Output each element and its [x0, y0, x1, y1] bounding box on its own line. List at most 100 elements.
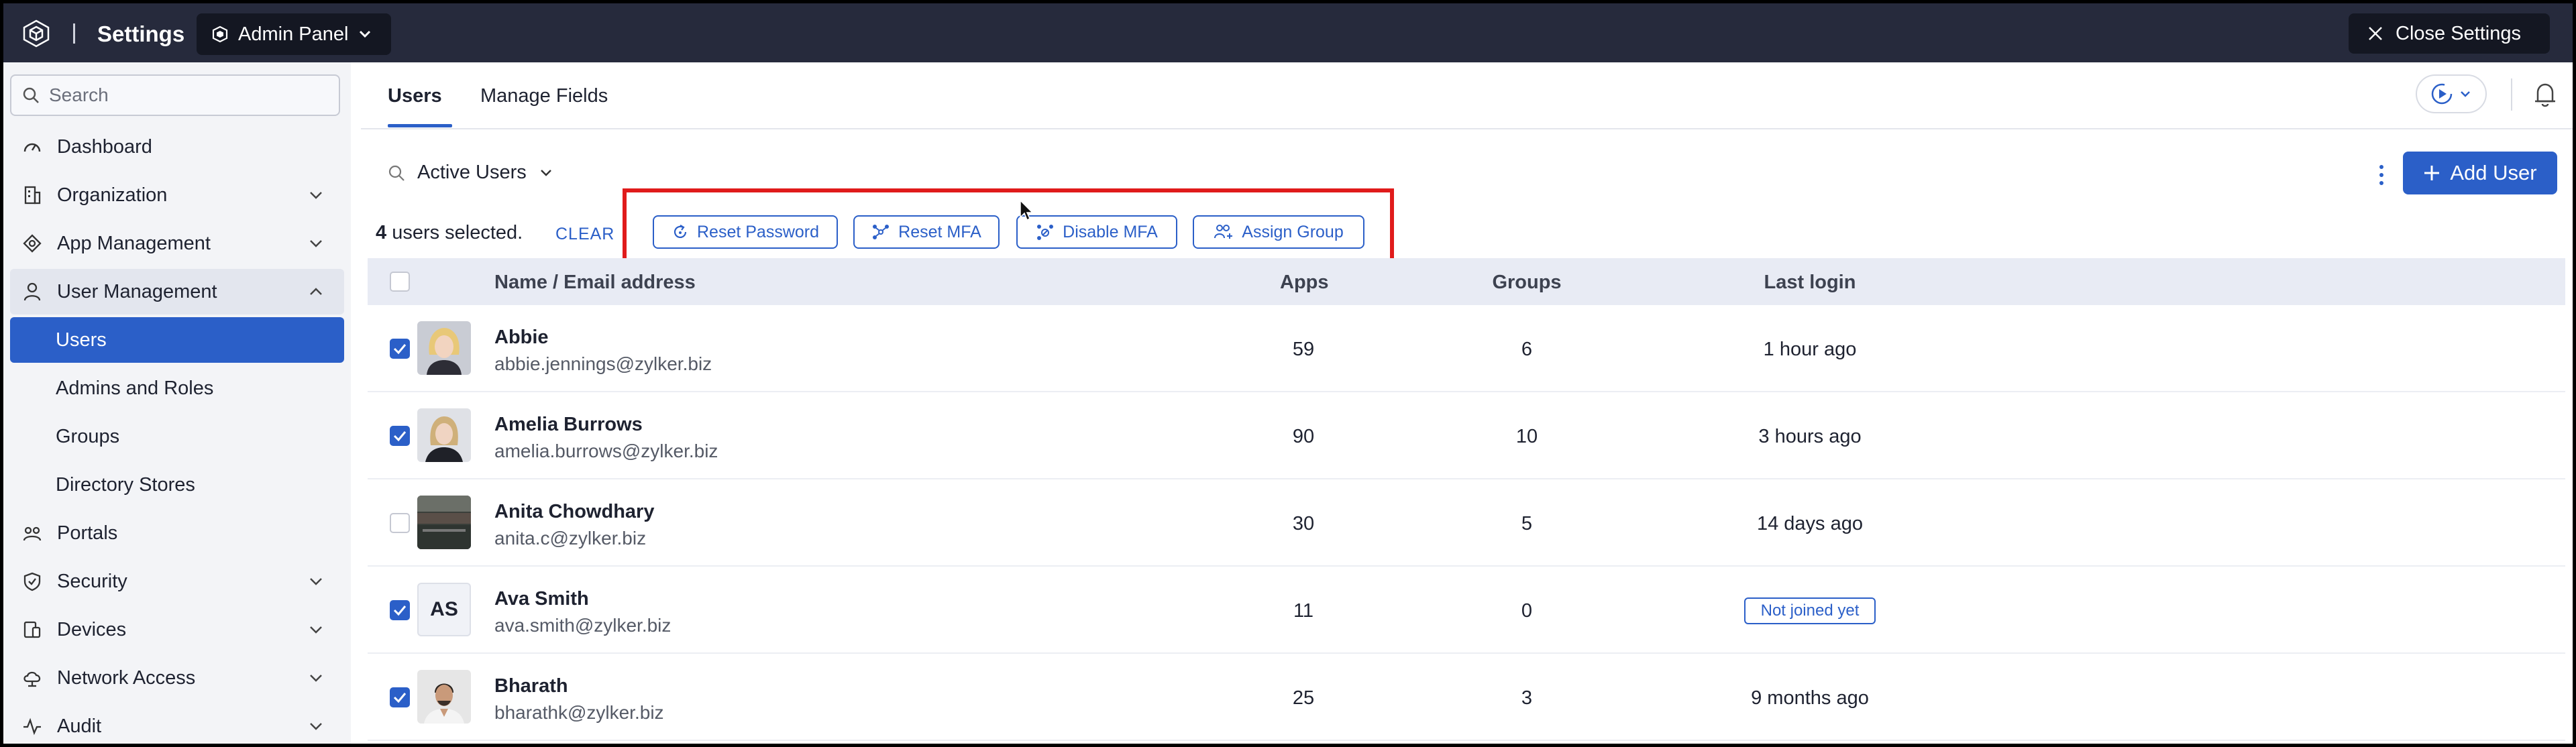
chevron-down-icon	[310, 240, 322, 247]
mfa-disable-icon	[1037, 225, 1054, 240]
close-settings-label: Close Settings	[2396, 22, 2521, 44]
app-title: Settings	[97, 21, 185, 46]
sidebar-item-portals[interactable]: Portals	[10, 510, 344, 556]
refresh-icon	[674, 225, 687, 238]
row-checkbox[interactable]	[390, 600, 410, 620]
user-name[interactable]: Bharath	[494, 675, 568, 697]
user-email: amelia.burrows@zylker.biz	[494, 441, 718, 461]
sidebar-item-security[interactable]: Security	[10, 559, 344, 604]
select-all-checkbox[interactable]	[390, 272, 410, 292]
row-checkbox[interactable]	[390, 687, 410, 707]
reset-mfa-button[interactable]: Reset MFA	[853, 215, 1000, 249]
chevron-down-icon	[310, 723, 322, 730]
last-login: 3 hours ago	[1758, 426, 1862, 447]
chevron-down-icon	[310, 578, 322, 585]
shield-icon	[22, 571, 42, 591]
assign-group-label: Assign Group	[1242, 222, 1344, 241]
user-name[interactable]: Abbie	[494, 327, 549, 349]
groups-count: 0	[1521, 600, 1533, 622]
last-login: 14 days ago	[1756, 513, 1863, 534]
tab-manage-fields[interactable]: Manage Fields	[480, 85, 608, 107]
user-filter-dropdown[interactable]: Active Users	[388, 162, 553, 184]
table-row[interactable]: AS Ava Smith ava.smith@zylker.biz 11 0 N…	[368, 567, 2565, 654]
sidebar-nav: Dashboard Organization App Management Us…	[10, 124, 344, 744]
table-row[interactable]: Bharath bharathk@zylker.biz 25 3 9 month…	[368, 654, 2565, 741]
sidebar-item-label: Directory Stores	[56, 473, 195, 496]
column-header-last-login[interactable]: Last login	[1743, 272, 1877, 294]
check-icon	[393, 344, 407, 355]
table-row[interactable]: Abbie abbie.jennings@zylker.biz 59 6 1 h…	[368, 305, 2565, 392]
disable-mfa-button[interactable]: Disable MFA	[1016, 215, 1177, 249]
apps-count: 25	[1292, 687, 1315, 709]
hexagon-icon	[212, 25, 228, 43]
sidebar-item-app-management[interactable]: App Management	[10, 221, 344, 266]
activity-icon	[22, 716, 42, 736]
devices-icon	[22, 620, 42, 640]
user-email: anita.c@zylker.biz	[494, 528, 647, 549]
sidebar-item-devices[interactable]: Devices	[10, 607, 344, 652]
groups-count: 6	[1521, 339, 1533, 360]
add-user-button[interactable]: Add User	[2403, 152, 2557, 194]
user-email: bharathk@zylker.biz	[494, 702, 664, 723]
row-checkbox[interactable]	[390, 426, 410, 446]
user-name[interactable]: Ava Smith	[494, 588, 589, 610]
apps-icon	[22, 233, 42, 253]
sidebar-item-label: Security	[57, 570, 127, 592]
sidebar: Dashboard Organization App Management Us…	[3, 62, 351, 744]
reset-password-button[interactable]: Reset Password	[653, 215, 838, 249]
row-checkbox[interactable]	[390, 339, 410, 359]
app-window: Settings Admin Panel Close Settings Dash…	[3, 3, 2573, 744]
chevron-down-icon	[2461, 91, 2470, 97]
sidebar-item-organization[interactable]: Organization	[10, 172, 344, 218]
sidebar-item-users[interactable]: Users	[10, 317, 344, 363]
title-divider	[73, 23, 75, 44]
add-user-label: Add User	[2450, 161, 2537, 184]
apps-count: 11	[1293, 600, 1314, 622]
user-name[interactable]: Anita Chowdhary	[494, 501, 654, 523]
sidebar-item-label: App Management	[57, 232, 211, 254]
apps-count: 90	[1292, 426, 1315, 447]
sidebar-item-user-management[interactable]: User Management	[10, 269, 344, 314]
column-header-groups[interactable]: Groups	[1487, 272, 1567, 294]
admin-panel-switcher[interactable]: Admin Panel	[197, 13, 391, 55]
avatar	[417, 321, 471, 375]
main-content: Users Manage Fields Active Users Add Use…	[361, 62, 2573, 744]
tab-users[interactable]: Users	[388, 85, 442, 107]
avatar	[417, 670, 471, 724]
tab-bar: Users Manage Fields	[361, 62, 2573, 129]
last-login: 1 hour ago	[1763, 339, 1857, 360]
sidebar-search[interactable]	[10, 74, 340, 116]
user-email: abbie.jennings@zylker.biz	[494, 353, 712, 374]
avatar	[417, 408, 471, 462]
reset-mfa-label: Reset MFA	[898, 222, 981, 241]
sidebar-item-dashboard[interactable]: Dashboard	[10, 124, 344, 170]
row-checkbox[interactable]	[390, 513, 410, 533]
chevron-down-icon	[310, 626, 322, 634]
sidebar-item-label: Groups	[56, 425, 120, 447]
more-options-icon[interactable]	[2375, 162, 2388, 188]
gauge-icon	[22, 137, 42, 157]
sidebar-item-directory-stores[interactable]: Directory Stores	[10, 462, 344, 508]
guided-tour-button[interactable]	[2416, 74, 2487, 113]
sidebar-item-label: Organization	[57, 184, 168, 206]
column-header-name[interactable]: Name / Email address	[494, 272, 696, 294]
chevron-down-icon	[310, 192, 322, 199]
close-settings-button[interactable]: Close Settings	[2349, 13, 2550, 54]
close-icon	[2369, 27, 2382, 40]
chevron-down-icon	[360, 30, 371, 38]
sidebar-item-admins-and-roles[interactable]: Admins and Roles	[10, 365, 344, 411]
clear-selection-link[interactable]: CLEAR	[555, 225, 614, 244]
disable-mfa-label: Disable MFA	[1063, 222, 1158, 241]
sidebar-item-groups[interactable]: Groups	[10, 414, 344, 459]
assign-group-button[interactable]: Assign Group	[1193, 215, 1364, 249]
search-input[interactable]	[49, 84, 331, 106]
apps-count: 30	[1292, 513, 1315, 534]
bell-icon[interactable]	[2532, 81, 2558, 108]
portal-icon	[22, 523, 42, 543]
table-row[interactable]: Amelia Burrows amelia.burrows@zylker.biz…	[368, 392, 2565, 479]
sidebar-item-audit[interactable]: Audit	[10, 703, 344, 744]
sidebar-item-network-access[interactable]: Network Access	[10, 655, 344, 701]
column-header-apps[interactable]: Apps	[1280, 272, 1329, 294]
user-name[interactable]: Amelia Burrows	[494, 414, 643, 436]
table-row[interactable]: Anita Chowdhary anita.c@zylker.biz 30 5 …	[368, 479, 2565, 567]
